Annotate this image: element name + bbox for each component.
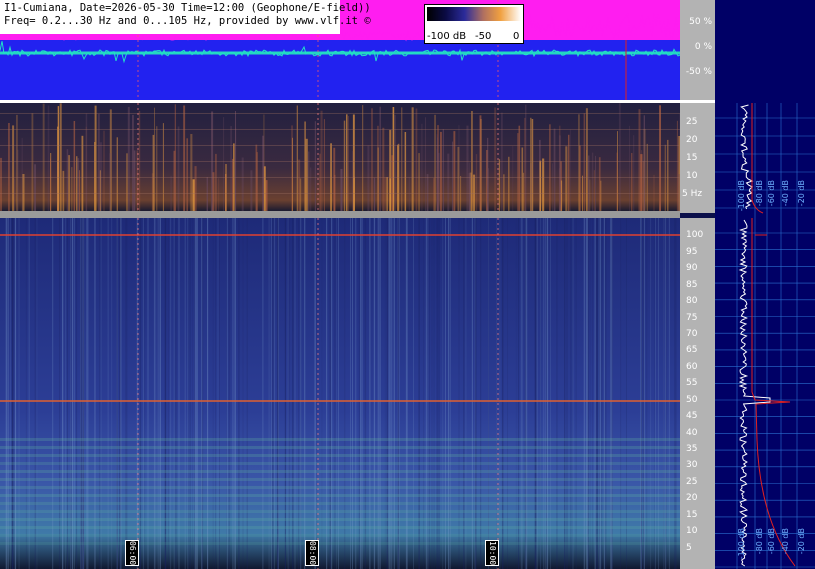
y-tick-label: 25 xyxy=(686,476,698,487)
colorbar-min-label: -100 dB xyxy=(427,31,467,42)
high-frequency-spectrogram: 06:00 08:00 10:00 xyxy=(0,218,680,569)
low-frequency-axis: 25 20 15 10 5 Hz xyxy=(680,103,715,213)
high-spectrogram-svg xyxy=(0,218,680,569)
y-tick-label: 10 xyxy=(686,526,698,537)
db-label: -80 dB xyxy=(755,528,764,555)
y-tick-label: 25 xyxy=(686,117,698,127)
y-tick-label: 70 xyxy=(686,329,698,339)
y-tick-label: 80 xyxy=(686,296,698,307)
db-label: -40 dB xyxy=(781,180,790,207)
db-label: -20 dB xyxy=(797,528,806,555)
db-label: -100 dB xyxy=(737,180,746,212)
header-text: I1-Cumiana, Date=2026-05-30 Time=12:00 (… xyxy=(4,2,371,28)
y-tick-label: 35 xyxy=(686,444,698,454)
y-tick-label: 20 xyxy=(686,135,698,145)
db-label: -60 dB xyxy=(767,180,776,207)
timeline-tick: -50 % xyxy=(685,67,712,77)
y-tick-label: 85 xyxy=(686,279,698,290)
y-tick-label: 40 xyxy=(686,427,698,438)
y-tick-label: 45 xyxy=(686,411,698,422)
timeline-axis: 50 % 0 % -50 % xyxy=(680,0,715,100)
y-tick-label: 10 xyxy=(686,171,698,181)
header-line-2: Freq= 0.2...30 Hz and 0...105 Hz, provid… xyxy=(4,15,371,27)
colorbar-max-label: 0 xyxy=(513,31,520,42)
colorbar-gradient xyxy=(427,7,521,21)
db-label: -20 dB xyxy=(797,180,806,207)
db-label: -60 dB xyxy=(767,528,776,555)
y-tick-label: 30 xyxy=(686,460,698,471)
y-tick-label: 60 xyxy=(686,361,698,372)
amplitude-timeline: I1-Cumiana, Date=2026-05-30 Time=12:00 (… xyxy=(0,0,680,100)
spectrum-profile-panel: -100 dB -80 dB -60 dB -40 dB -20 dB -100… xyxy=(715,0,815,569)
db-label: -40 dB xyxy=(781,528,790,555)
spectrum-profile-svg xyxy=(715,103,815,569)
time-marker: 08:00 xyxy=(305,540,319,566)
colorbar: -100 dB -50 0 xyxy=(424,4,524,44)
db-label: -80 dB xyxy=(755,180,764,207)
y-tick-label: 5 xyxy=(686,542,692,553)
y-tick-label: 100 xyxy=(686,230,704,241)
spectrogram-viewer: I1-Cumiana, Date=2026-05-30 Time=12:00 (… xyxy=(0,0,815,569)
time-marker: 06:00 xyxy=(125,540,139,566)
y-tick-label: 5 Hz xyxy=(682,189,703,199)
colorbar-mid-label: -50 xyxy=(475,31,492,42)
time-marker: 10:00 xyxy=(485,540,499,566)
y-tick-label: 65 xyxy=(686,345,698,356)
y-tick-label: 75 xyxy=(686,312,698,323)
timeline-tick: 0 % xyxy=(694,42,712,52)
timeline-tick: 50 % xyxy=(689,17,712,27)
low-spectrogram-svg xyxy=(0,103,680,211)
y-tick-label: 15 xyxy=(686,153,698,163)
separator xyxy=(0,211,680,218)
y-tick-label: 95 xyxy=(686,246,698,257)
y-tick-label: 50 xyxy=(686,394,698,405)
y-tick-label: 20 xyxy=(686,493,698,504)
y-tick-label: 15 xyxy=(686,509,698,520)
header-line-1: I1-Cumiana, Date=2026-05-30 Time=12:00 (… xyxy=(4,2,371,14)
y-tick-label: 90 xyxy=(686,263,698,274)
high-frequency-axis: 100 95 90 85 80 75 70 65 60 55 50 45 40 35 30 25 20 15 10 5 xyxy=(680,218,715,569)
low-frequency-spectrogram xyxy=(0,103,680,211)
db-label: -100 dB xyxy=(737,528,746,560)
y-tick-label: 55 xyxy=(686,378,698,389)
